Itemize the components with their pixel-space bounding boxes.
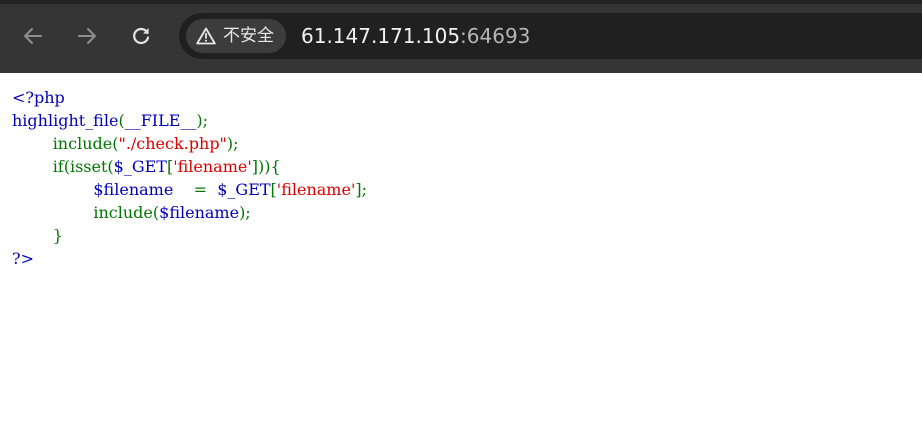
code-token: highlight_file (12, 111, 119, 130)
code-token: 'filename' (173, 157, 252, 176)
arrow-right-icon (78, 28, 96, 44)
code-token: <?php (12, 88, 65, 107)
code-token: 'filename' (276, 180, 356, 199)
code-token: ); (196, 111, 209, 130)
warning-triangle-icon (196, 27, 216, 45)
code-token: $filename (93, 180, 194, 199)
code-line: include($filename); (12, 203, 251, 222)
security-label: 不安全 (223, 26, 274, 46)
code-token: include( (93, 203, 160, 222)
code-token: "./check.php" (118, 134, 227, 153)
code-token: $_GET (113, 157, 167, 176)
forward-button[interactable] (72, 21, 102, 51)
code-line: } (12, 226, 63, 245)
tab-strip-edge (0, 0, 922, 4)
code-line: ?> (12, 249, 34, 268)
code-line: include("./check.php"); (12, 134, 239, 153)
php-source-code: <?php highlight_file(__FILE__); include(… (12, 86, 367, 270)
code-line: <?php (12, 88, 65, 107)
arrow-left-icon (24, 28, 42, 44)
code-token: $filename (159, 203, 240, 222)
code-token: ?> (12, 249, 34, 268)
security-indicator[interactable]: 不安全 (186, 19, 286, 53)
code-token: ])){ (251, 157, 281, 176)
browser-toolbar: 不安全 61.147.171.105:64693 (0, 0, 922, 73)
address-bar[interactable]: 不安全 61.147.171.105:64693 (179, 13, 922, 59)
code-token: include( (52, 134, 119, 153)
url-port: :64693 (460, 24, 531, 48)
code-token: ); (239, 203, 251, 222)
code-token: = (193, 180, 213, 199)
reload-button[interactable] (126, 21, 156, 51)
url-host: 61.147.171.105 (301, 24, 461, 48)
code-token: ]; (355, 180, 367, 199)
code-token: ); (226, 134, 239, 153)
reload-icon (133, 27, 150, 45)
page-content: <?php highlight_file(__FILE__); include(… (12, 86, 367, 270)
url-text[interactable]: 61.147.171.105:64693 (301, 13, 530, 59)
code-token: $_GET (212, 180, 271, 199)
code-token: if(isset( (52, 157, 114, 176)
code-token: } (52, 226, 63, 245)
code-line: $filename = $_GET['filename']; (12, 180, 367, 199)
code-line: highlight_file(__FILE__); (12, 111, 208, 130)
code-line: if(isset($_GET['filename'])){ (12, 157, 281, 176)
back-button[interactable] (18, 21, 48, 51)
code-token: __FILE__ (124, 111, 197, 130)
